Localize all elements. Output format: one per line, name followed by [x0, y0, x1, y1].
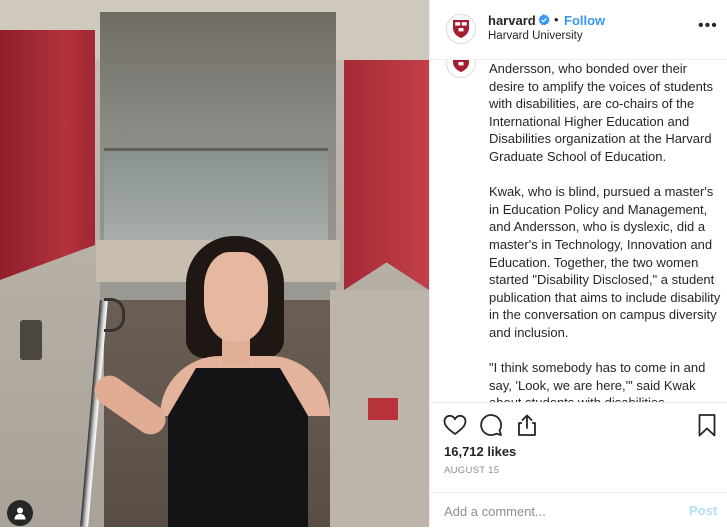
username-link[interactable]: harvard — [488, 13, 536, 28]
person-face — [204, 252, 268, 342]
post-photo[interactable] — [0, 0, 429, 527]
person-dress — [168, 368, 308, 527]
post-date[interactable]: AUGUST 15 — [444, 465, 499, 476]
heart-icon[interactable] — [442, 412, 468, 438]
share-icon[interactable] — [514, 412, 540, 438]
separator-dot: • — [554, 12, 559, 27]
wall-lamp — [20, 320, 42, 360]
user-tag-icon — [14, 507, 26, 520]
caption-paragraph: Andersson, who bonded over their desire … — [489, 61, 714, 164]
verified-badge-icon — [538, 14, 550, 26]
bookmark-icon[interactable] — [694, 412, 720, 438]
comment-form: Post — [430, 492, 727, 528]
caption-scroll-area[interactable]: Andersson, who bonded over their desire … — [430, 60, 727, 402]
location-label[interactable]: Harvard University — [488, 30, 583, 42]
exit-sign — [368, 398, 398, 420]
likes-count[interactable]: 16,712 likes — [444, 444, 516, 459]
more-options-icon[interactable]: ••• — [698, 17, 718, 35]
comment-input[interactable] — [444, 499, 674, 523]
banner-right — [344, 60, 429, 290]
post-sidebar: harvard • Follow Harvard University ••• … — [429, 0, 727, 527]
caption-paragraph: Kwak, who is blind, pursued a master's i… — [489, 184, 721, 340]
follow-button[interactable]: Follow — [564, 13, 605, 28]
post-header: harvard • Follow Harvard University ••• — [430, 0, 727, 60]
user-tag-button[interactable] — [7, 500, 33, 526]
caption-avatar[interactable] — [446, 60, 476, 78]
building-window — [104, 148, 328, 243]
comment-icon[interactable] — [478, 412, 504, 438]
harvard-shield-icon — [453, 20, 469, 38]
banner-left — [0, 30, 95, 280]
caption-text: Andersson, who bonded over their desire … — [489, 60, 725, 402]
caption-paragraph: "I think somebody has to come in and say… — [489, 360, 706, 402]
profile-avatar[interactable] — [446, 14, 476, 44]
post-comment-button[interactable]: Post — [689, 503, 717, 518]
harvard-shield-icon — [453, 60, 469, 72]
action-bar: 16,712 likes AUGUST 15 Post — [430, 402, 727, 527]
